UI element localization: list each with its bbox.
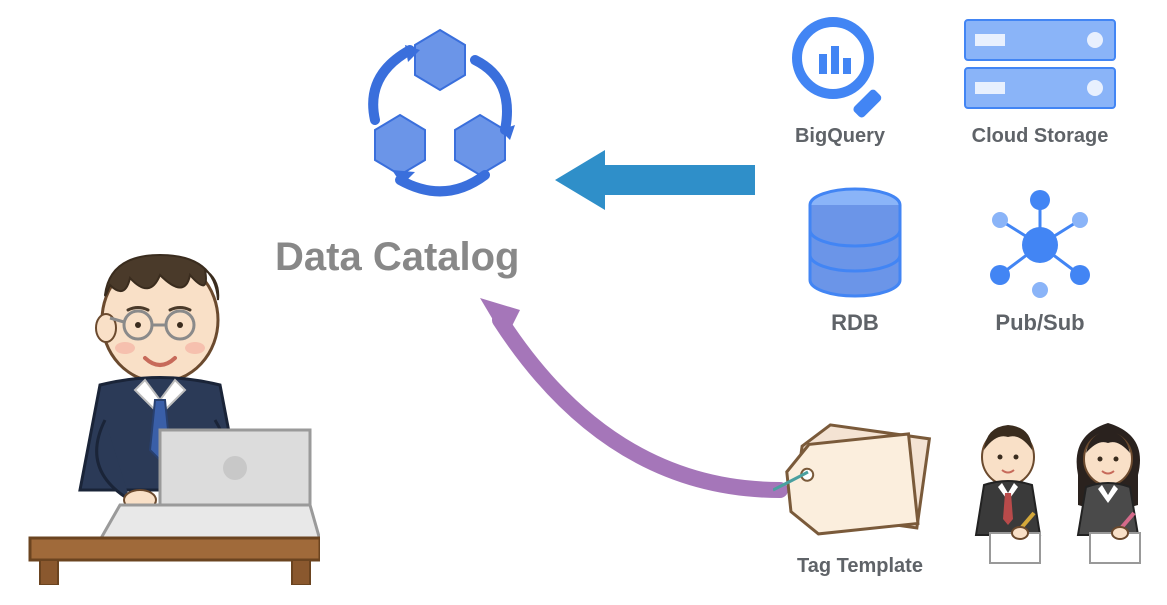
pubsub-label: Pub/Sub xyxy=(970,310,1110,336)
bigquery-label: BigQuery xyxy=(770,125,910,148)
bigquery-icon xyxy=(785,10,895,120)
cloudstorage-label: Cloud Storage xyxy=(940,125,1140,148)
tag-icon xyxy=(773,410,948,550)
arrow-sources-to-catalog xyxy=(555,145,755,220)
tagtemplate-block: Tag Template xyxy=(760,410,960,578)
pubsub-block: Pub/Sub xyxy=(970,185,1110,336)
cloudstorage-icon xyxy=(955,10,1125,120)
pubsub-icon xyxy=(980,185,1100,305)
data-catalog-title: Data Catalog xyxy=(275,235,520,280)
tagtemplate-label: Tag Template xyxy=(760,555,960,578)
rdb-block: RDB xyxy=(785,185,925,336)
data-catalog-icon xyxy=(330,20,550,225)
people-editors xyxy=(960,415,1160,590)
bigquery-block: BigQuery xyxy=(770,10,910,148)
arrow-tags-to-catalog xyxy=(460,280,790,515)
rdb-label: RDB xyxy=(785,310,925,336)
user-at-laptop xyxy=(10,240,320,590)
database-icon xyxy=(800,185,910,305)
cloudstorage-block: Cloud Storage xyxy=(940,10,1140,148)
